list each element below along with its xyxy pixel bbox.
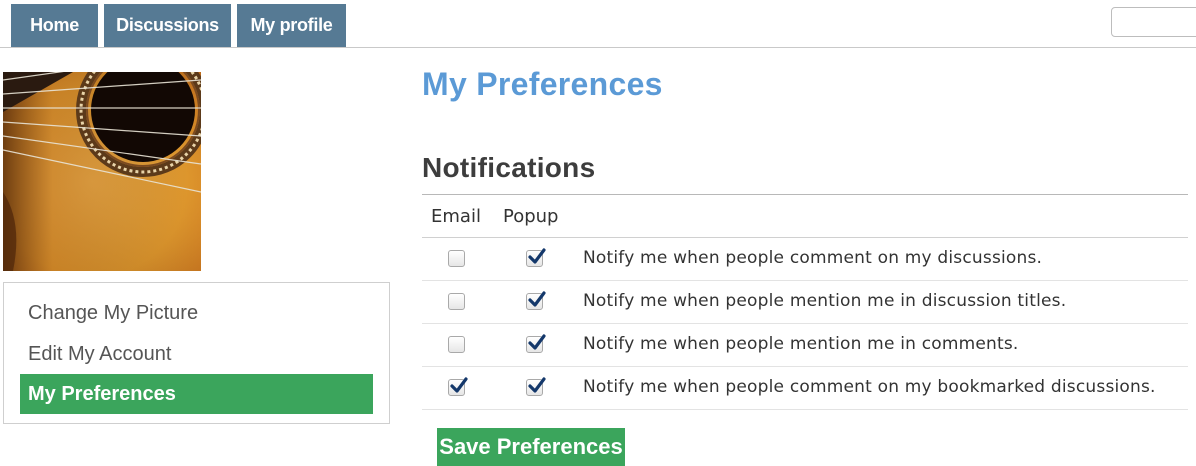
menu-edit-my-account[interactable]: Edit My Account — [20, 334, 373, 374]
menu-my-preferences[interactable]: My Preferences — [20, 374, 373, 414]
email-checkbox[interactable] — [448, 336, 465, 353]
profile-photo — [3, 72, 201, 271]
popup-checkbox[interactable] — [526, 248, 546, 267]
notification-row: Notify me when people comment on my disc… — [422, 238, 1188, 281]
checkmark-icon — [528, 291, 546, 307]
save-preferences-button[interactable]: Save Preferences — [437, 428, 625, 466]
nav-divider — [0, 47, 1196, 48]
checkmark-icon — [528, 377, 546, 393]
notification-row: Notify me when people mention me in disc… — [422, 281, 1188, 324]
notification-row: Notify me when people mention me in comm… — [422, 324, 1188, 367]
menu-change-my-picture[interactable]: Change My Picture — [20, 293, 373, 333]
row-divider — [422, 409, 1188, 410]
email-checkbox[interactable] — [448, 250, 465, 267]
section-title-notifications: Notifications — [422, 152, 596, 183]
notification-label: Notify me when people comment on my disc… — [583, 248, 1043, 268]
tab-my-profile[interactable]: My profile — [237, 4, 346, 47]
popup-checkbox[interactable] — [526, 291, 546, 310]
email-checkbox[interactable] — [448, 293, 465, 310]
checkmark-icon — [528, 248, 546, 264]
checkmark-icon — [528, 334, 546, 350]
tab-home[interactable]: Home — [11, 4, 98, 47]
notification-label: Notify me when people mention me in comm… — [583, 334, 1019, 354]
column-header-email: Email — [431, 206, 481, 227]
column-header-popup: Popup — [503, 206, 559, 227]
popup-checkbox[interactable] — [526, 377, 546, 396]
search-input[interactable] — [1111, 7, 1196, 37]
popup-checkbox[interactable] — [526, 334, 546, 353]
notification-row: Notify me when people comment on my book… — [422, 367, 1188, 410]
section-divider — [422, 194, 1188, 195]
top-nav: Home Discussions My profile — [0, 0, 1196, 48]
notification-label: Notify me when people comment on my book… — [583, 377, 1156, 397]
tab-discussions[interactable]: Discussions — [104, 4, 231, 47]
page-title: My Preferences — [422, 66, 663, 102]
checkmark-icon — [450, 377, 468, 393]
profile-side-menu: Change My Picture Edit My Account My Pre… — [3, 282, 390, 424]
email-checkbox[interactable] — [448, 377, 468, 396]
notification-label: Notify me when people mention me in disc… — [583, 291, 1067, 311]
